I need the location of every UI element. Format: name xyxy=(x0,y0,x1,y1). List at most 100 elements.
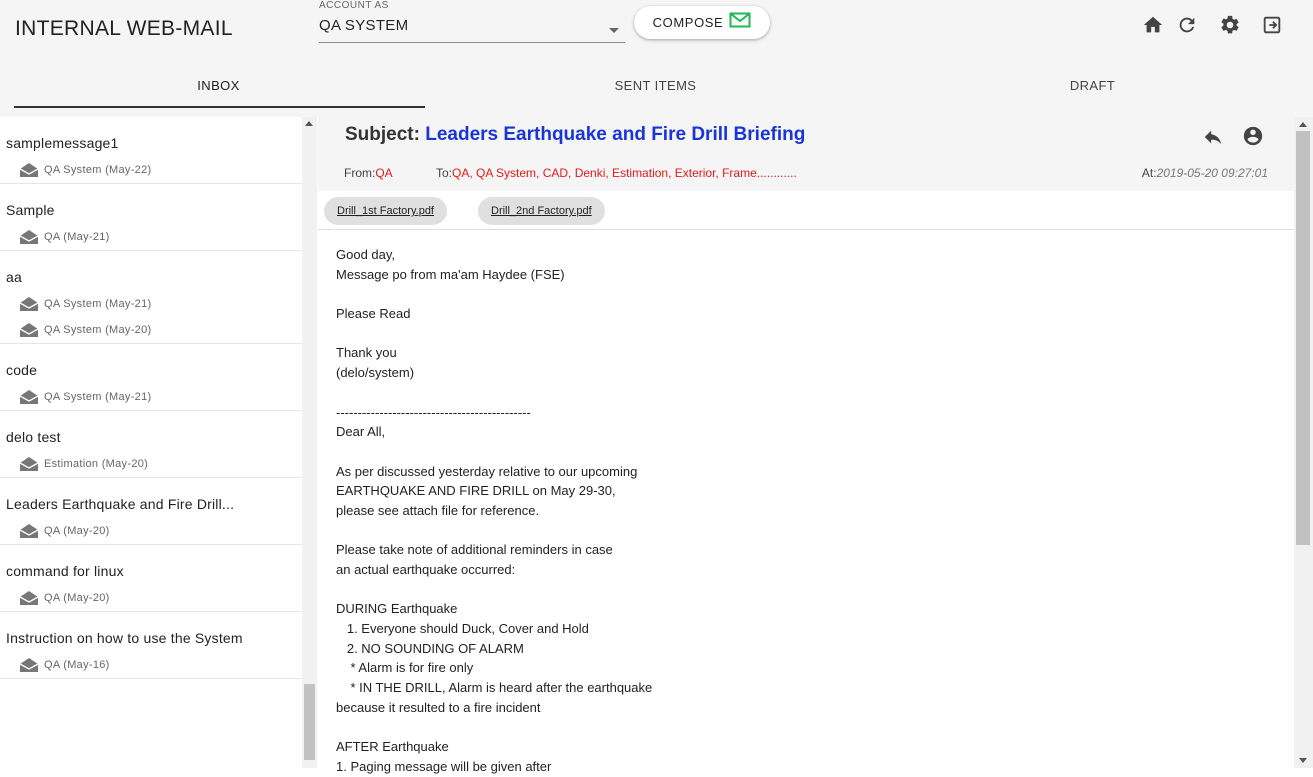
thread-sender-row[interactable]: QA System (May-21) xyxy=(0,384,317,410)
envelope-icon xyxy=(19,162,44,178)
logout-icon[interactable] xyxy=(1261,14,1283,36)
list-item[interactable]: samplemessage1 QA System (May-22) xyxy=(0,117,317,184)
to-value[interactable]: QA, QA System, CAD, Denki, Estimation, E… xyxy=(452,166,797,180)
thread-sender-row[interactable]: QA System (May-22) xyxy=(0,157,317,183)
reply-icon[interactable] xyxy=(1202,126,1224,148)
envelope-icon xyxy=(19,590,44,606)
account-label: ACCOUNT AS xyxy=(319,0,389,11)
scroll-up-arrow-icon[interactable] xyxy=(1299,122,1307,127)
thread-sender: QA (May-16) xyxy=(44,659,110,671)
account-value: QA SYSTEM xyxy=(319,17,409,34)
from-field: From:QA xyxy=(344,166,393,180)
thread-sender-row[interactable]: QA (May-21) xyxy=(0,224,317,250)
body-line: As per discussed yesterday relative to o… xyxy=(336,463,638,479)
from-value: QA xyxy=(375,166,393,180)
envelope-icon xyxy=(19,523,44,539)
body-line: Dear All, xyxy=(336,424,386,440)
body-line: Thank you xyxy=(336,345,397,361)
thread-sender: QA System (May-22) xyxy=(44,164,152,176)
sent-time: At:2019-05-20 09:27:01 xyxy=(1142,166,1268,180)
tab-draft[interactable]: DRAFT xyxy=(874,56,1311,117)
thread-subject: aa xyxy=(6,269,22,285)
body-line: * IN THE DRILL, Alarm is heard after the… xyxy=(336,680,653,696)
at-value: 2019-05-20 09:27:01 xyxy=(1156,166,1268,180)
tab-sent-items[interactable]: SENT ITEMS xyxy=(437,56,874,117)
thread-sender-row[interactable]: QA System (May-21) xyxy=(0,291,317,317)
body-line: please see attach file for reference. xyxy=(336,502,540,518)
subject-text: Leaders Earthquake and Fire Drill Briefi… xyxy=(425,124,806,145)
body-line: ----------------------------------------… xyxy=(336,404,531,420)
settings-icon[interactable] xyxy=(1219,14,1241,36)
thread-subject: command for linux xyxy=(6,563,124,579)
list-item[interactable]: Instruction on how to use the System QA (… xyxy=(0,612,317,679)
thread-sender-row[interactable]: QA (May-20) xyxy=(0,585,317,611)
at-label: At: xyxy=(1141,166,1157,180)
reading-pane: Subject: Leaders Earthquake and Fire Dri… xyxy=(318,117,1294,774)
compose-button[interactable]: COMPOSE xyxy=(634,6,770,39)
message-header: Subject: Leaders Earthquake and Fire Dri… xyxy=(318,117,1294,191)
list-item[interactable]: aa QA System (May-21) QA System (May-20) xyxy=(0,251,317,344)
list-item[interactable]: code QA System (May-21) xyxy=(0,344,317,411)
scroll-down-arrow-icon[interactable] xyxy=(1299,758,1307,763)
envelope-icon xyxy=(19,229,44,245)
from-label: From: xyxy=(344,166,376,180)
body-line: an actual earthquake occurred: xyxy=(336,562,516,577)
thread-subject: delo test xyxy=(6,429,61,445)
message-subject: Subject: Leaders Earthquake and Fire Dri… xyxy=(345,124,805,146)
attachment-chip[interactable]: Drill_2nd Factory.pdf xyxy=(478,197,605,225)
body-line xyxy=(336,324,1276,344)
thread-subject: Sample xyxy=(6,202,55,218)
thread-subject: samplemessage1 xyxy=(6,135,119,151)
thread-sender-row[interactable]: QA (May-16) xyxy=(0,652,317,678)
attachment-chip[interactable]: Drill_1st Factory.pdf xyxy=(324,197,447,225)
account-circle-icon[interactable] xyxy=(1242,125,1264,147)
subject-prefix: Subject: xyxy=(345,124,420,145)
thread-subject: code xyxy=(6,362,38,378)
body-line xyxy=(336,284,1276,304)
message-list: samplemessage1 QA System (May-22) Sample QA… xyxy=(0,117,317,768)
body-line: 1. Paging message will be given after xyxy=(336,758,552,774)
envelope-icon xyxy=(19,389,44,405)
body-line xyxy=(336,718,1276,738)
envelope-icon xyxy=(19,296,44,312)
thread-sender-row[interactable]: QA System (May-20) xyxy=(0,317,317,343)
body-line: EARTHQUAKE AND FIRE DRILL on May 29-30, xyxy=(336,483,616,499)
envelope-icon xyxy=(19,322,44,338)
list-item[interactable]: delo test Estimation (May-20) xyxy=(0,411,317,478)
active-tab-indicator xyxy=(14,106,425,108)
chevron-down-icon xyxy=(609,28,619,33)
body-line: DURING Earthquake xyxy=(336,601,458,617)
body-line: Message po from ma'am Haydee (FSE) xyxy=(336,266,565,282)
list-scroll-thumb[interactable] xyxy=(304,684,315,760)
scroll-up-arrow-icon[interactable] xyxy=(305,121,313,126)
body-line: Please Read xyxy=(336,306,411,322)
thread-sender-row[interactable]: QA (May-20) xyxy=(0,518,317,544)
compose-label: COMPOSE xyxy=(652,15,724,30)
top-bar: INTERNAL WEB-MAIL ACCOUNT AS QA SYSTEM C… xyxy=(0,0,1313,56)
account-select[interactable]: QA SYSTEM xyxy=(319,16,625,43)
thread-sender: QA (May-20) xyxy=(44,525,110,537)
home-icon[interactable] xyxy=(1142,14,1164,36)
body-line: (delo/system) xyxy=(336,365,415,381)
thread-subject: Instruction on how to use the System xyxy=(6,630,243,646)
body-line: Good day, xyxy=(336,247,396,262)
thread-sender: QA System (May-21) xyxy=(44,391,152,403)
list-item[interactable]: Sample QA (May-21) xyxy=(0,184,317,251)
body-line: 2. NO SOUNDING OF ALARM xyxy=(336,640,524,656)
app-title: INTERNAL WEB-MAIL xyxy=(15,17,233,40)
body-line: * Alarm is for fire only xyxy=(336,660,474,676)
thread-sender-row[interactable]: Estimation (May-20) xyxy=(0,451,317,477)
to-field: To:QA, QA System, CAD, Denki, Estimation… xyxy=(436,166,797,180)
list-item[interactable]: Leaders Earthquake and Fire Drill... QA (… xyxy=(0,478,317,545)
thread-sender: Estimation (May-20) xyxy=(44,458,149,470)
thread-sender: QA (May-20) xyxy=(44,592,110,604)
body-line: because it resulted to a fire incident xyxy=(336,699,541,715)
body-line: AFTER Earthquake xyxy=(336,739,449,755)
list-scrollbar[interactable] xyxy=(302,117,317,768)
thread-subject: Leaders Earthquake and Fire Drill... xyxy=(6,496,235,512)
to-label: To: xyxy=(436,166,453,180)
thread-sender: QA System (May-20) xyxy=(44,324,152,336)
list-item[interactable]: command for linux QA (May-20) xyxy=(0,545,317,612)
message-scroll-thumb[interactable] xyxy=(1296,131,1310,545)
refresh-icon[interactable] xyxy=(1176,14,1198,36)
